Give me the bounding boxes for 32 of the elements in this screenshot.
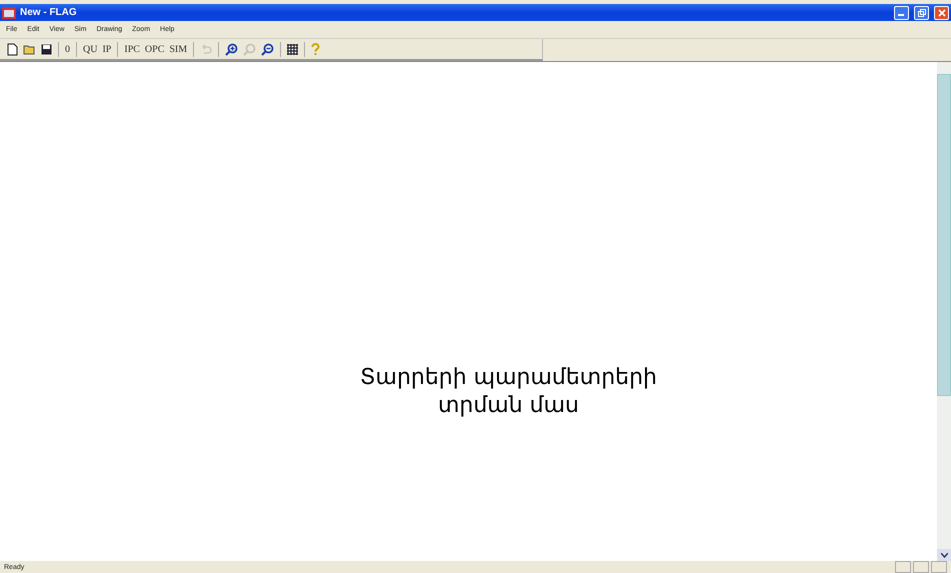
status-pane bbox=[913, 561, 929, 573]
restore-button[interactable] bbox=[914, 6, 929, 20]
scroll-thumb[interactable] bbox=[937, 74, 951, 396]
question-mark-icon bbox=[311, 42, 320, 56]
restore-icon bbox=[918, 8, 926, 16]
toolbar-button[interactable] bbox=[286, 41, 300, 57]
toolbar-button[interactable]: QU bbox=[82, 41, 98, 57]
toolbar-button[interactable] bbox=[260, 41, 276, 57]
toolbar-button[interactable] bbox=[224, 41, 240, 57]
toolbar-button[interactable]: SIM bbox=[168, 41, 188, 57]
toolbar-button[interactable]: OPC bbox=[144, 41, 166, 57]
undo-icon bbox=[200, 44, 212, 54]
status-pane bbox=[895, 561, 911, 573]
app-icon bbox=[2, 6, 16, 18]
status-pane bbox=[931, 561, 947, 573]
scroll-down-button[interactable] bbox=[937, 549, 951, 561]
minimize-button[interactable] bbox=[894, 6, 909, 20]
zoom-in-icon bbox=[225, 42, 238, 56]
close-button[interactable] bbox=[934, 6, 949, 20]
close-icon bbox=[938, 8, 946, 16]
magnifier-icon bbox=[243, 42, 256, 56]
toolbar-button[interactable]: 0 bbox=[64, 41, 71, 57]
folder-icon bbox=[23, 44, 36, 54]
vertical-scrollbar[interactable] bbox=[937, 62, 951, 561]
window-title: New - FLAG bbox=[20, 7, 78, 18]
grid-icon bbox=[287, 44, 298, 54]
toolbar-button[interactable] bbox=[6, 41, 19, 57]
canvas-note: Տարրերի պարամետրերի տրման մաս bbox=[360, 364, 657, 419]
toolbar-button[interactable]: IPC bbox=[123, 41, 141, 57]
toolbar-button[interactable]: IP bbox=[101, 41, 112, 57]
zoom-out-icon bbox=[261, 42, 274, 56]
new-document-icon bbox=[7, 42, 18, 56]
